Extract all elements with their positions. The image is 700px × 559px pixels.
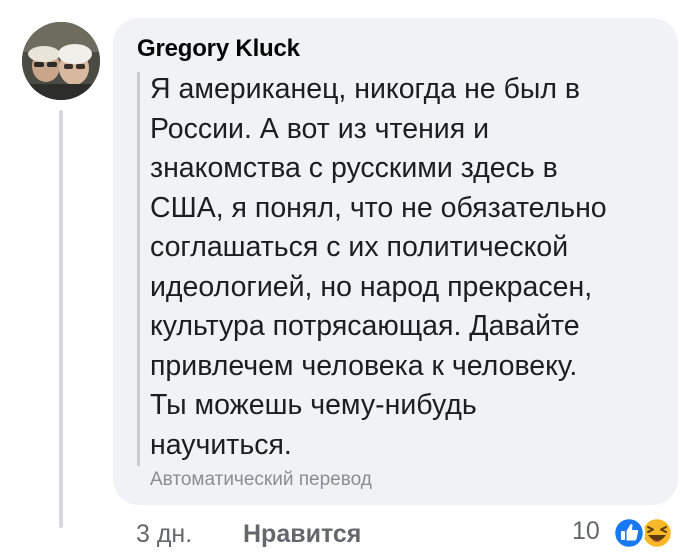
thread-line: [59, 110, 63, 528]
reaction-icons[interactable]: [611, 515, 675, 551]
comment-timestamp[interactable]: 3 дн.: [136, 520, 192, 549]
haha-icon: [640, 516, 674, 550]
comment-text: Я американец, никогда не был в России. А…: [150, 73, 607, 461]
avatar[interactable]: [22, 22, 100, 100]
like-icon: [612, 516, 646, 550]
reaction-count[interactable]: 10: [572, 517, 600, 546]
quote-bar: [137, 72, 140, 466]
like-button[interactable]: Нравится: [243, 520, 361, 549]
comment-container: Gregory Kluck Я американец, никогда не б…: [0, 0, 700, 559]
author-name[interactable]: Gregory Kluck: [137, 35, 300, 63]
comment-bubble: Gregory Kluck Я американец, никогда не б…: [113, 18, 678, 505]
avatar-photo: [22, 22, 100, 100]
auto-translation-label[interactable]: Автоматический перевод: [150, 469, 372, 491]
